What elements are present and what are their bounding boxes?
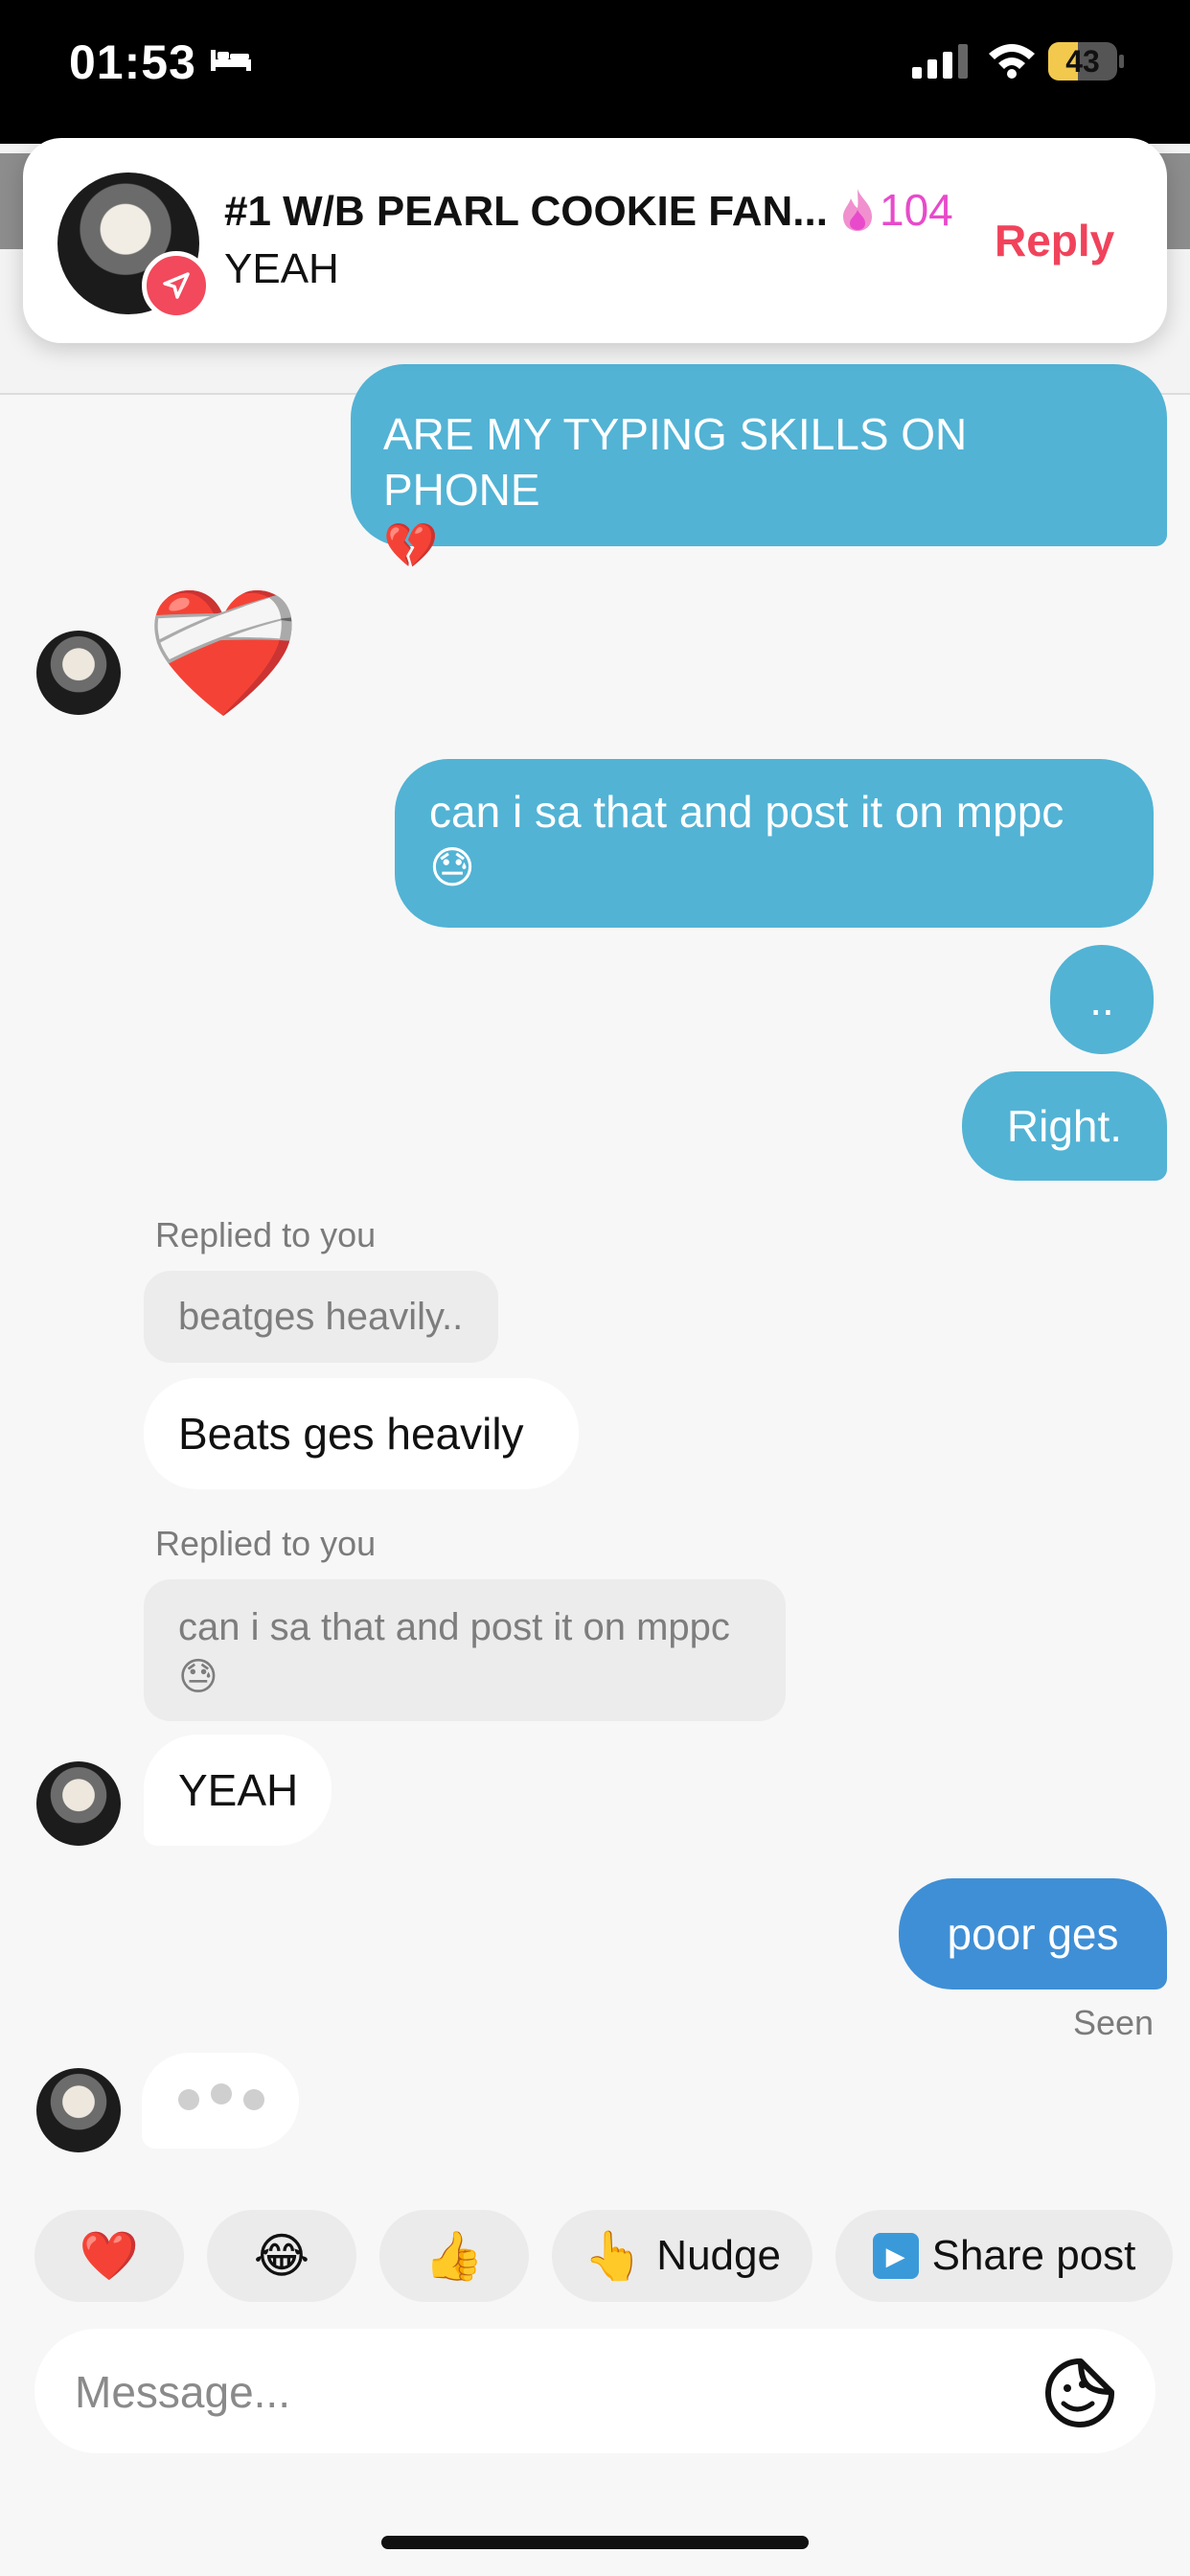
quick-reaction-laugh[interactable]: 😂	[207, 2210, 356, 2302]
share-post-button[interactable]: ▶ Share post	[835, 2210, 1173, 2302]
outgoing-message[interactable]: ARE MY TYPING SKILLS ON PHONE 💔	[351, 364, 1167, 570]
status-time: 01:53	[69, 35, 196, 89]
message-text: YEAH	[178, 1765, 299, 1815]
battery-percent: 43	[1065, 44, 1100, 79]
avatar[interactable]	[36, 2068, 121, 2152]
message-input[interactable]	[73, 2358, 996, 2426]
typing-indicator	[142, 2053, 299, 2149]
share-post-label: Share post	[931, 2232, 1136, 2279]
message-text: Right.	[1006, 1101, 1123, 1151]
replied-label: Replied to you	[155, 1215, 377, 1254]
avatar[interactable]	[36, 1761, 121, 1846]
nudge-button[interactable]: 👆 Nudge	[552, 2210, 812, 2302]
nudge-label: Nudge	[656, 2232, 781, 2279]
notification-body: YEAH	[224, 245, 339, 292]
wifi-icon	[989, 44, 1035, 79]
quoted-text: beatges heavily..	[178, 1296, 464, 1338]
notification-banner[interactable]: #1 W/B PEARL COOKIE FAN... 104 YEAH Repl…	[23, 138, 1167, 343]
quoted-emoji: 😓	[178, 1656, 218, 1698]
incoming-message[interactable]: Beats ges heavily	[144, 1378, 579, 1489]
outgoing-message[interactable]: ..	[1050, 945, 1154, 1054]
quoted-text: can i sa that and post it on mppc	[178, 1606, 730, 1648]
outgoing-message[interactable]: Right.	[962, 1071, 1167, 1181]
message-emoji[interactable]: ❤️‍🩹	[146, 581, 301, 724]
heart-icon: ❤️	[79, 2228, 140, 2283]
play-icon: ▶	[872, 2233, 919, 2279]
avatar[interactable]	[36, 631, 121, 715]
laughing-icon: 😂	[253, 2229, 310, 2283]
message-composer	[34, 2329, 1156, 2453]
incoming-message[interactable]: YEAH	[144, 1735, 332, 1846]
message-text: poor ges	[947, 1909, 1119, 1959]
replied-label: Replied to you	[155, 1524, 377, 1563]
message-text: ARE MY TYPING SKILLS ON PHONE	[383, 409, 968, 515]
outgoing-message[interactable]: can i sa that and post it on mppc 😓	[395, 759, 1154, 928]
send-badge-icon	[142, 251, 211, 320]
quick-reaction-heart[interactable]: ❤️	[34, 2210, 184, 2302]
notification-title: #1 W/B PEARL COOKIE FAN...	[224, 188, 828, 235]
pointing-hand-icon: 👆	[584, 2228, 644, 2283]
flame-icon	[843, 189, 872, 231]
signal-icon	[912, 44, 968, 79]
message-emoji: 💔	[383, 520, 439, 570]
message-text: Beats ges heavily	[178, 1409, 524, 1459]
bed-icon	[211, 50, 251, 71]
sticker-icon[interactable]	[1042, 2356, 1117, 2430]
seen-status: Seen	[1073, 2003, 1155, 2042]
message-emoji: 😓	[429, 842, 475, 892]
streak-count: 104	[880, 185, 953, 235]
message-text: can i sa that and post it on mppc	[429, 787, 1064, 837]
quoted-message[interactable]: can i sa that and post it on mppc 😓	[144, 1579, 786, 1721]
streak-counter: 104	[839, 184, 953, 236]
thumbs-up-icon: 👍	[423, 2228, 485, 2283]
quick-reaction-thumbs-up[interactable]: 👍	[379, 2210, 529, 2302]
quoted-message[interactable]: beatges heavily..	[144, 1271, 498, 1363]
message-text: ..	[1089, 975, 1114, 1024]
home-indicator	[381, 2536, 809, 2549]
battery-icon: 43	[1048, 42, 1125, 80]
reply-button[interactable]: Reply	[995, 215, 1114, 266]
outgoing-message[interactable]: poor ges	[899, 1878, 1167, 1990]
